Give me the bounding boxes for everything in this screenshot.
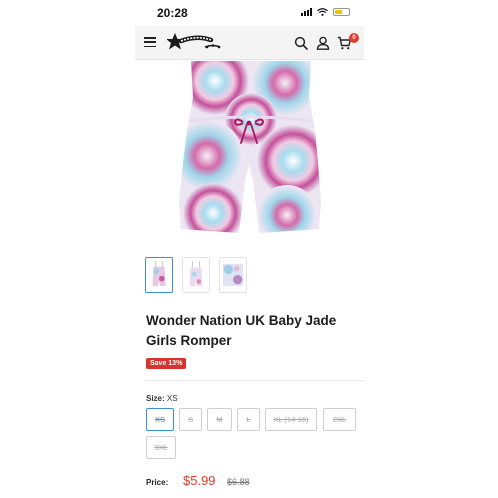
- mobile-screen: 20:28 0 Wonder Nation UK Baby Jade Girls…: [135, 0, 364, 498]
- hamburger-menu-icon[interactable]: [144, 37, 156, 47]
- price-row: Price: $5.99 $6.88: [146, 472, 364, 492]
- thumbnail-1[interactable]: [145, 257, 173, 293]
- thumbnail-3[interactable]: [219, 257, 247, 293]
- signal-icon: [301, 8, 312, 16]
- size-label: Size: XS: [146, 394, 178, 403]
- size-option-s[interactable]: S: [179, 408, 202, 431]
- original-price: $6.88: [227, 477, 250, 487]
- status-icons: [301, 8, 350, 16]
- size-option-xs[interactable]: XS: [146, 408, 174, 431]
- size-option-3xl[interactable]: 3XL: [146, 436, 176, 459]
- thumbnail-gallery: [145, 257, 247, 293]
- thumbnail-2[interactable]: [182, 257, 210, 293]
- search-icon[interactable]: [294, 36, 308, 50]
- cart-count-badge: 0: [349, 33, 359, 43]
- sale-badge: Save 13%: [146, 358, 187, 369]
- size-option-m[interactable]: M: [207, 408, 232, 431]
- battery-icon: [333, 8, 350, 16]
- wifi-icon: [317, 8, 328, 16]
- status-bar: 20:28: [135, 0, 364, 26]
- divider: [146, 380, 364, 381]
- size-option-xl-14-16[interactable]: XL (14-16): [265, 408, 317, 431]
- user-icon[interactable]: [316, 36, 330, 50]
- status-time: 20:28: [157, 6, 188, 20]
- site-header: 0: [135, 26, 364, 60]
- price-label: Price:: [146, 478, 169, 487]
- selected-size-value: XS: [166, 394, 178, 403]
- product-image[interactable]: [135, 61, 364, 241]
- size-option-2xl[interactable]: 2XL: [323, 408, 356, 431]
- size-label-text: Size:: [146, 394, 165, 403]
- store-logo[interactable]: [167, 32, 223, 54]
- size-option-l[interactable]: L: [237, 408, 260, 431]
- current-price: $5.99: [183, 473, 216, 488]
- product-title: Wonder Nation UK Baby Jade Girls Romper: [146, 313, 337, 348]
